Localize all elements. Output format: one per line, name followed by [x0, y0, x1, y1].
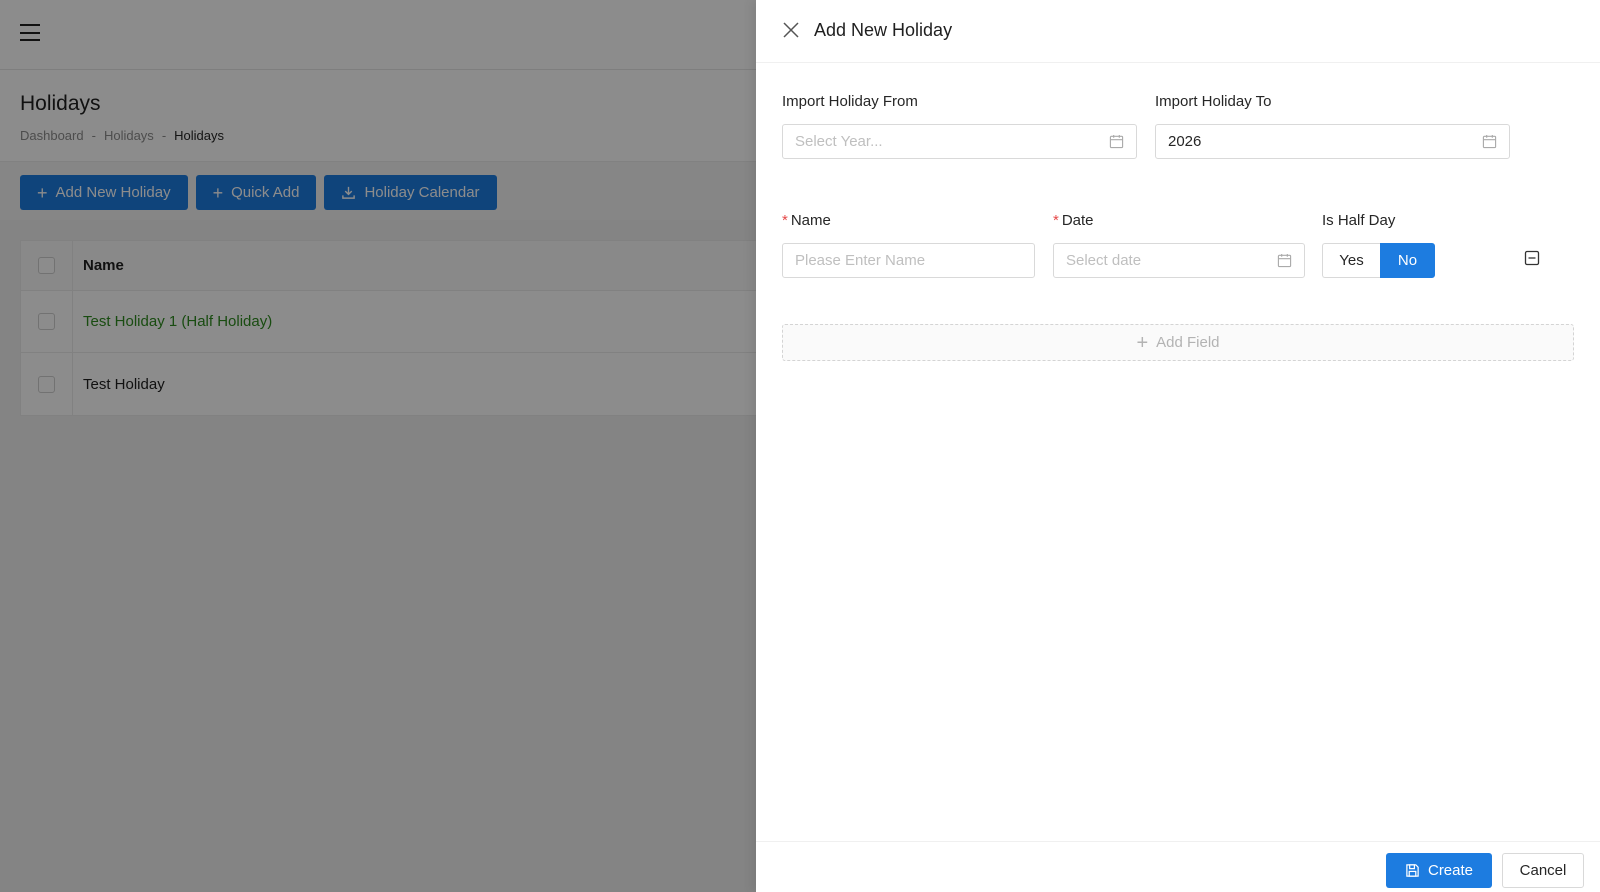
- add-field-button[interactable]: + Add Field: [782, 324, 1574, 361]
- create-label: Create: [1427, 862, 1474, 879]
- name-label-text: Name: [790, 212, 831, 229]
- import-to-label: Import Holiday To: [1155, 93, 1272, 110]
- remove-row-icon[interactable]: [1524, 250, 1540, 266]
- calendar-icon: [1109, 134, 1124, 149]
- drawer-footer: Create Cancel: [756, 841, 1600, 892]
- date-label-text: Date: [1061, 212, 1094, 229]
- close-icon[interactable]: [782, 21, 800, 39]
- drawer-title: Add New Holiday: [814, 20, 953, 40]
- import-from-select[interactable]: Select Year...: [782, 124, 1137, 159]
- import-to-select[interactable]: 2026: [1155, 124, 1510, 159]
- plus-icon: +: [1136, 331, 1149, 354]
- half-day-no-button[interactable]: No: [1380, 243, 1435, 278]
- half-day-yes-button[interactable]: Yes: [1322, 243, 1380, 278]
- save-icon: [1406, 864, 1419, 877]
- name-input[interactable]: [782, 243, 1035, 278]
- calendar-icon: [1277, 253, 1292, 268]
- import-to-value: 2026: [1168, 133, 1202, 150]
- import-from-label: Import Holiday From: [782, 93, 918, 110]
- date-label: * Date: [1053, 212, 1094, 229]
- add-holiday-drawer: Add New Holiday Import Holiday From Sele…: [756, 0, 1600, 892]
- required-marker: *: [1053, 212, 1059, 229]
- add-field-label: Add Field: [1156, 334, 1220, 351]
- half-day-label: Is Half Day: [1322, 212, 1396, 229]
- name-label: * Name: [782, 212, 831, 229]
- drawer-header: Add New Holiday: [756, 0, 1600, 63]
- create-button[interactable]: Create: [1386, 853, 1492, 888]
- date-placeholder: Select date: [1066, 252, 1142, 269]
- half-day-toggle: Yes No: [1322, 243, 1435, 278]
- import-from-placeholder: Select Year...: [795, 133, 883, 150]
- date-picker[interactable]: Select date: [1053, 243, 1305, 278]
- calendar-icon: [1482, 134, 1497, 149]
- required-marker: *: [782, 212, 788, 229]
- cancel-button[interactable]: Cancel: [1502, 853, 1584, 888]
